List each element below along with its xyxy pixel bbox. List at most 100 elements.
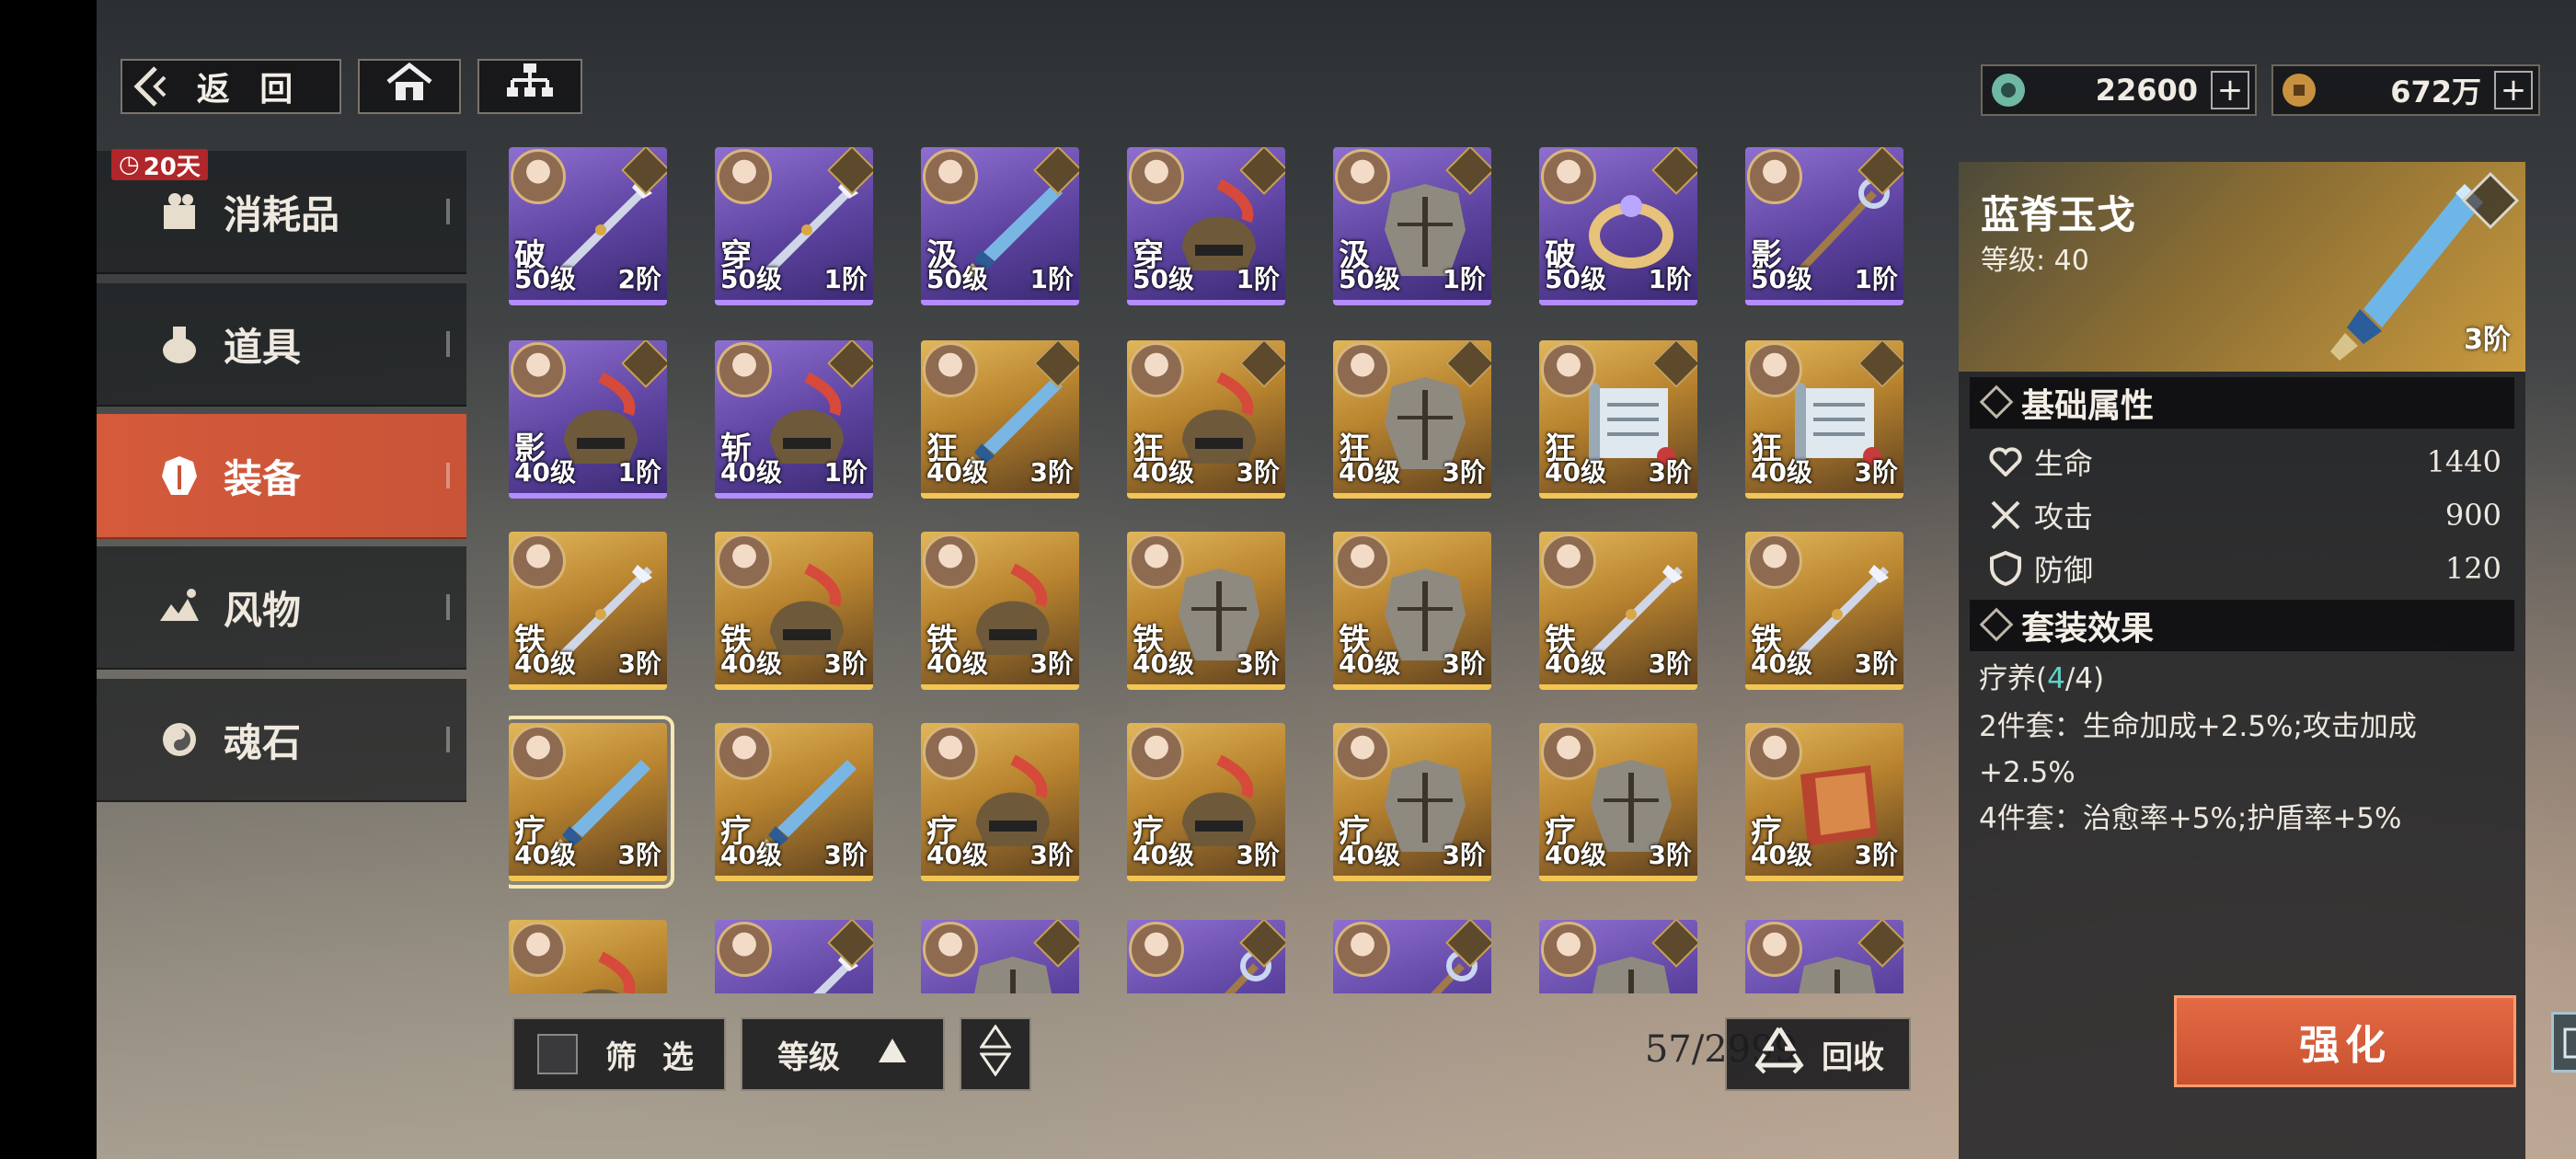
equipment-cell[interactable]: 铁 40级 3阶: [1539, 532, 1697, 690]
equipment-tier: 1阶: [823, 264, 868, 294]
sidebar-tick: [446, 199, 450, 224]
heart-icon: [1986, 442, 2025, 481]
hero-portrait: [1747, 534, 1802, 589]
set-bonus-4: 4件套：治愈率+5%;护盾率+5%: [1979, 802, 2402, 835]
equipment-cell[interactable]: [715, 920, 873, 993]
item-detail-header: 蓝脊玉戈 等级: 40 3阶: [1959, 162, 2525, 372]
equipment-cell[interactable]: 铁 40级 3阶: [921, 532, 1079, 690]
jade-value: 22600: [2095, 73, 2198, 108]
equipment-level: 50级: [1133, 264, 1194, 294]
equipment-cell[interactable]: 破 50级 1阶: [1539, 147, 1697, 305]
equipment-cell[interactable]: 疗 40级 3阶: [921, 723, 1079, 881]
sidebar-tick: [446, 594, 450, 620]
equipment-cell[interactable]: [1127, 920, 1285, 993]
hero-portrait: [717, 534, 772, 589]
scenery-icon: [154, 581, 205, 633]
back-button[interactable]: 返 回: [121, 59, 341, 114]
hero-portrait: [1541, 725, 1596, 780]
equipment-level: 40级: [1545, 457, 1606, 488]
jade-currency: 22600 +: [1981, 64, 2257, 116]
equipment-cell[interactable]: 穿 50级 1阶: [715, 147, 873, 305]
equipment-cell[interactable]: 疗 40级 3阶: [1333, 723, 1491, 881]
equipment-cell[interactable]: 破 50级 2阶: [509, 147, 667, 305]
equipment-cell[interactable]: [509, 920, 667, 993]
equipment-level: 40级: [1339, 840, 1400, 870]
equipment-cell[interactable]: 穿 50级 1阶: [1127, 147, 1285, 305]
add-copper-button[interactable]: +: [2494, 71, 2533, 109]
equipment-cell[interactable]: [921, 920, 1079, 993]
set-total: /4): [2064, 662, 2105, 695]
sort-by-button[interactable]: 等级: [741, 1017, 945, 1091]
equipment-level: 40级: [1339, 648, 1400, 679]
add-jade-button[interactable]: +: [2211, 71, 2249, 109]
stat-name: 攻击: [2034, 499, 2094, 534]
equipment-cell[interactable]: 疗 40级 3阶: [509, 716, 674, 889]
soul-stone-icon: [154, 714, 205, 765]
equipment-cell[interactable]: [1745, 920, 1903, 993]
hero-portrait: [511, 922, 566, 977]
basic-attributes-label: 基础属性: [2021, 387, 2155, 425]
home-icon: [385, 62, 434, 112]
equipment-tier: 3阶: [1029, 648, 1074, 679]
equipment-cell[interactable]: 铁 40级 3阶: [509, 532, 667, 690]
set-name: 疗养(4/4): [1979, 655, 2494, 703]
item-level-value: 40: [2053, 245, 2089, 277]
equipment-cell[interactable]: 疗 40级 3阶: [1127, 723, 1285, 881]
hero-portrait: [1335, 725, 1390, 780]
hierarchy-button[interactable]: [477, 59, 582, 114]
sidebar-item-items[interactable]: 道具: [97, 283, 466, 407]
equipment-tier: 3阶: [617, 648, 661, 679]
equipment-level: 40级: [1133, 457, 1194, 488]
sidebar-item-scenery[interactable]: 风物: [97, 546, 466, 670]
filter-button[interactable]: 筛 选: [512, 1017, 726, 1091]
filter-checkbox[interactable]: [537, 1034, 579, 1074]
equipment-cell[interactable]: [1539, 920, 1697, 993]
equipment-cell[interactable]: 狂 40级 3阶: [921, 340, 1079, 499]
equipment-cell[interactable]: 汲 50级 1阶: [921, 147, 1079, 305]
equipment-cell[interactable]: 狂 40级 3阶: [1333, 340, 1491, 499]
equipment-cell[interactable]: 疗 40级 3阶: [1745, 723, 1903, 881]
recycle-button[interactable]: 回收: [1725, 1017, 1911, 1091]
crossed-swords-icon: [1986, 496, 2025, 534]
hero-portrait: [1747, 922, 1802, 977]
equipment-cell[interactable]: 影 50级 1阶: [1745, 147, 1903, 305]
set-bonus-2-cont: +2.5%: [1979, 756, 2076, 789]
sort-order-button[interactable]: [960, 1017, 1031, 1091]
equipment-cell[interactable]: 狂 40级 3阶: [1745, 340, 1903, 499]
equipment-cell[interactable]: 斩 40级 1阶: [715, 340, 873, 499]
equipment-cell[interactable]: 狂 40级 3阶: [1127, 340, 1285, 499]
equipment-grid: 破 50级 2阶穿 50级 1阶汲 50级 1阶穿 50级 1阶汲 50级 1阶破 50级 1阶影 50级…: [509, 147, 2018, 993]
sidebar-item-soul-stone[interactable]: 魂石: [97, 679, 466, 802]
equipment-cell[interactable]: 疗 40级 3阶: [1539, 723, 1697, 881]
equipment-tier: 1阶: [1854, 264, 1898, 294]
equipment-cell[interactable]: 汲 50级 1阶: [1333, 147, 1491, 305]
equipment-cell[interactable]: 狂 40级 3阶: [1539, 340, 1697, 499]
equipment-tier: 3阶: [1029, 457, 1074, 488]
sidebar-item-equipment[interactable]: 装备: [97, 414, 466, 539]
equipment-cell[interactable]: 铁 40级 3阶: [715, 532, 873, 690]
sort-label: 等级: [777, 1039, 840, 1076]
equipment-tier: 3阶: [1854, 648, 1898, 679]
equipment-cell[interactable]: 铁 40级 3阶: [1127, 532, 1285, 690]
equipment-level: 40级: [514, 457, 576, 488]
item-level: 等级: 40: [1981, 237, 2089, 278]
equipment-cell[interactable]: 铁 40级 3阶: [1333, 532, 1491, 690]
equipment-level: 40级: [926, 840, 988, 870]
equipment-level: 40级: [1133, 840, 1194, 870]
hero-portrait: [511, 725, 566, 780]
equipment-tier: 1阶: [1442, 264, 1486, 294]
hero-portrait: [923, 922, 978, 977]
equipment-cell[interactable]: 影 40级 1阶: [509, 340, 667, 499]
hero-portrait: [717, 149, 772, 204]
enhance-button[interactable]: 强化: [2174, 995, 2516, 1087]
sidebar-tick: [446, 727, 450, 752]
back-arrow-icon: [128, 64, 172, 117]
consumable-icon: [154, 186, 205, 237]
equipment-cell[interactable]: 铁 40级 3阶: [1745, 532, 1903, 690]
home-button[interactable]: [358, 59, 461, 114]
equipment-level: 50级: [1751, 264, 1812, 294]
recycle-icon: [1752, 1025, 1807, 1084]
equipment-cell[interactable]: 疗 40级 3阶: [715, 723, 873, 881]
share-button[interactable]: [2551, 1012, 2576, 1073]
equipment-cell[interactable]: [1333, 920, 1491, 993]
